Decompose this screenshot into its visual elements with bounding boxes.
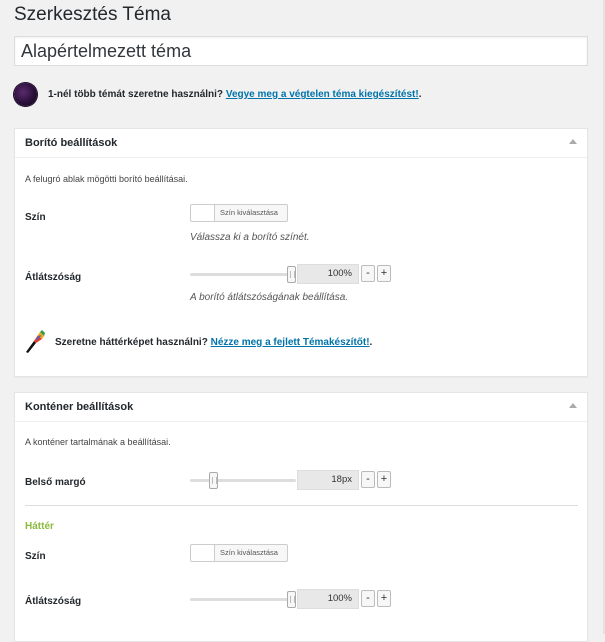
unlimited-addon-link[interactable]: Vegye meg a végtelen téma kiegészítést! (226, 89, 419, 100)
theme-title-input[interactable] (14, 36, 588, 66)
container-settings-title: Konténer beállítások (25, 401, 134, 413)
background-section-heading: Háttér (25, 521, 54, 532)
theme-builder-link[interactable]: Nézze meg a fejlett Témakészítőt! (211, 337, 370, 348)
overlay-description: A felugró ablak mögötti borító beállítás… (25, 174, 188, 184)
color-swatch (191, 545, 215, 561)
overlay-settings-title: Borító beállítások (25, 137, 118, 149)
container-opacity-label: Átlátszóság (25, 596, 82, 607)
collapse-arrow-icon[interactable] (569, 139, 577, 144)
padding-plus-button[interactable]: + (377, 471, 391, 488)
color-picker-label: Szín kiválasztása (220, 548, 278, 557)
overlay-opacity-minus-button[interactable]: - (361, 265, 375, 282)
planet-icon (14, 83, 37, 106)
paintbrush-icon (26, 330, 45, 353)
container-settings-header[interactable]: Konténer beállítások (15, 393, 587, 422)
background-image-promo: Szeretne háttérképet használni? Nézze me… (23, 330, 372, 354)
overlay-color-picker[interactable]: Szín kiválasztása (190, 204, 288, 222)
padding-label: Belső margó (25, 477, 86, 488)
container-opacity-minus-button[interactable]: - (361, 590, 375, 607)
container-opacity-slider[interactable] (190, 591, 296, 608)
unlimited-themes-promo: 1-nél több témát szeretne használni? Veg… (14, 83, 421, 106)
container-color-label: Szín (25, 551, 46, 562)
overlay-opacity-plus-button[interactable]: + (377, 265, 391, 282)
section-divider (25, 505, 578, 506)
container-opacity-plus-button[interactable]: + (377, 590, 391, 607)
overlay-opacity-help: A borító átlátszóságának beállítása. (190, 292, 349, 303)
promo-text: 1-nél több témát szeretne használni? Veg… (48, 89, 422, 100)
color-swatch (191, 205, 215, 221)
slider-handle[interactable] (209, 472, 218, 489)
overlay-opacity-label: Átlátszóság (25, 272, 82, 283)
overlay-color-help: Válassza ki a borító színét. (190, 232, 310, 243)
overlay-color-label: Szín (25, 212, 46, 223)
container-description: A konténer tartalmának a beállításai. (25, 437, 171, 447)
padding-slider[interactable] (190, 472, 296, 489)
background-promo-text: Szeretne háttérképet használni? Nézze me… (55, 336, 373, 348)
overlay-settings-header[interactable]: Borító beállítások (15, 129, 587, 158)
overlay-settings-box: Borító beállítások A felugró ablak mögöt… (14, 128, 588, 377)
overlay-opacity-value[interactable]: 100% (297, 264, 359, 284)
page-title: Szerkesztés Téma (14, 4, 171, 25)
container-color-picker[interactable]: Szín kiválasztása (190, 544, 288, 562)
padding-minus-button[interactable]: - (361, 471, 375, 488)
container-settings-box: Konténer beállítások A konténer tartalmá… (14, 392, 588, 642)
color-picker-label: Szín kiválasztása (220, 208, 278, 217)
container-opacity-value[interactable]: 100% (297, 589, 359, 609)
padding-value[interactable]: 18px (297, 470, 359, 490)
slider-handle[interactable] (287, 266, 296, 283)
slider-handle[interactable] (287, 591, 296, 608)
collapse-arrow-icon[interactable] (569, 403, 577, 408)
overlay-opacity-slider[interactable] (190, 266, 296, 283)
